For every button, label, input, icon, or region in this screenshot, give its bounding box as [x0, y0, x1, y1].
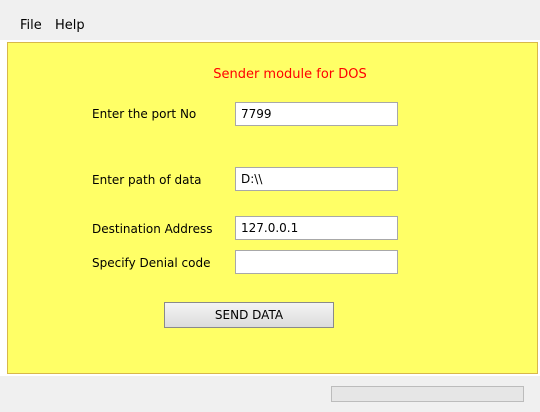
- denial-code-label: Specify Denial code: [92, 256, 211, 270]
- path-input[interactable]: [235, 167, 398, 191]
- destination-input[interactable]: [235, 216, 398, 240]
- menu-help[interactable]: Help: [55, 18, 85, 34]
- port-input[interactable]: [235, 102, 398, 126]
- menu-bar: File Help: [0, 0, 540, 40]
- sender-window: File Help Sender module for DOS Enter th…: [0, 0, 540, 412]
- destination-label: Destination Address: [92, 222, 213, 236]
- port-label: Enter the port No: [92, 107, 197, 121]
- menu-file[interactable]: File: [20, 18, 42, 34]
- path-label: Enter path of data: [92, 173, 202, 187]
- progress-bar: [331, 386, 524, 402]
- send-data-button[interactable]: SEND DATA: [164, 302, 334, 328]
- form-title: Sender module for DOS: [213, 67, 367, 82]
- status-bar: [0, 376, 540, 412]
- sender-form-panel: Sender module for DOS Enter the port No …: [7, 42, 538, 374]
- denial-code-input[interactable]: [235, 250, 398, 274]
